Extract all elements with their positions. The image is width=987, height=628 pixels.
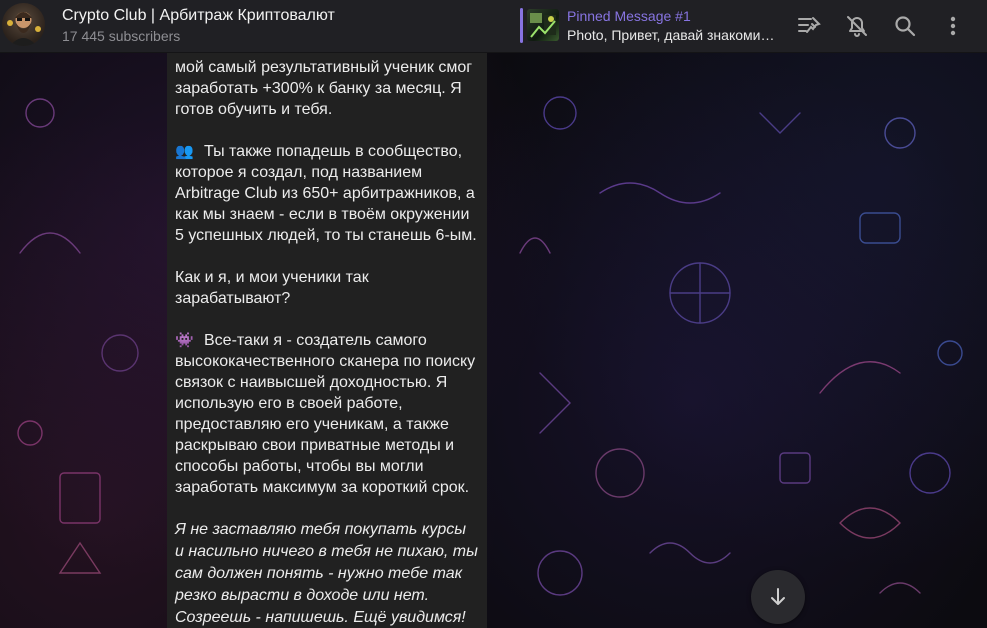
chat-background <box>0 53 987 628</box>
more-vertical-icon[interactable] <box>940 13 966 39</box>
message-paragraph: мой самый результативный ученик смог зар… <box>175 59 473 118</box>
arrow-down-icon <box>771 588 785 605</box>
message-paragraph: Ты также попадешь в сообщество, которое … <box>175 143 477 244</box>
pinned-thumbnail <box>527 9 559 41</box>
alien-monster-emoji-icon: 👾 <box>175 332 194 349</box>
pinned-accent-bar <box>520 8 523 43</box>
pinned-title: Pinned Message #1 <box>567 8 691 24</box>
message-paragraph: Как и я, и мои ученики так зарабатывают? <box>175 269 369 307</box>
message-paragraph-with-emoji: 👥 Ты также попадешь в сообщество, которое… <box>175 141 479 246</box>
subscriber-count: 17 445 subscribers <box>62 28 181 44</box>
pinned-message[interactable]: Pinned Message #1 Photo, Привет, давай з… <box>520 6 780 46</box>
mute-bell-icon[interactable] <box>844 13 870 39</box>
channel-avatar[interactable] <box>2 3 45 46</box>
pinned-list-icon[interactable] <box>796 13 822 39</box>
message-paragraph-italic: Я не заставляю тебя покупать курсы и нас… <box>175 521 478 626</box>
scroll-to-bottom-button[interactable] <box>751 570 805 624</box>
message-bubble: мой самый результативный ученик смог зар… <box>167 53 487 628</box>
doodle-pattern <box>17 96 963 596</box>
pinned-preview: Photo, Привет, давай знакомиться! Я <box>567 27 777 43</box>
channel-title[interactable]: Crypto Club | Арбитраж Криптовалют <box>62 7 335 25</box>
bearded-man-avatar-icon <box>7 12 41 46</box>
message-paragraph-with-emoji: 👾 Все-таки я - создатель самого высококач… <box>175 330 479 498</box>
search-icon[interactable] <box>892 13 918 39</box>
message-paragraph: Все-таки я - создатель самого высококаче… <box>175 332 476 496</box>
people-emoji-icon: 👥 <box>175 143 194 160</box>
chat-header: Crypto Club | Арбитраж Криптовалют 17 44… <box>0 0 987 53</box>
pinned-photo-icon <box>530 13 556 38</box>
